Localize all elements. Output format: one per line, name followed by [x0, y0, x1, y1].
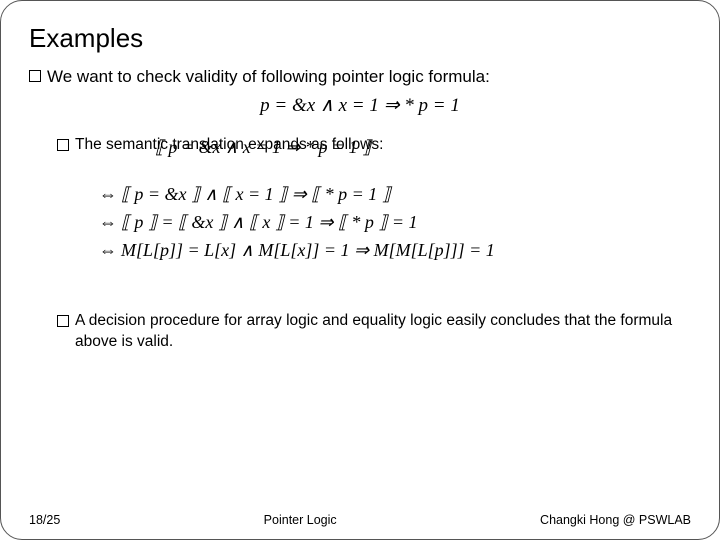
page-number: 18/25 [29, 513, 60, 527]
iff-icon: ⇔ [95, 237, 121, 265]
bullet3-text: A decision procedure for array logic and… [75, 311, 691, 353]
bullet-level2-1-wrap: The semantic translation expands as foll… [57, 135, 691, 156]
bullet-level2-1: The semantic translation expands as foll… [57, 135, 691, 156]
footer-author: Changki Hong @ PSWLAB [540, 513, 691, 527]
slide-body: We want to check validity of following p… [29, 60, 691, 505]
deriv-line2: ⟦ p = &x ⟧ ∧ ⟦ x = 1 ⟧ ⇒ ⟦ * p = 1 ⟧ [121, 184, 391, 204]
deriv-row-4: ⇔M[L[p]] = L[x] ∧ M[L[x]] = 1 ⇒ M[M[L[p]… [95, 237, 691, 265]
slide-footer: 18/25 Pointer Logic Changki Hong @ PSWLA… [29, 505, 691, 527]
bullet2-text: The semantic translation expands as foll… [75, 135, 383, 156]
deriv-row-2: ⇔⟦ p = &x ⟧ ∧ ⟦ x = 1 ⟧ ⇒ ⟦ * p = 1 ⟧ [95, 181, 691, 209]
square-bullet-icon [57, 139, 69, 151]
formula-main-text: p = &x ∧ x = 1 ⇒ * p = 1 [260, 95, 460, 116]
main-formula: p = &x ∧ x = 1 ⇒ * p = 1 [29, 93, 691, 119]
slide-title: Examples [29, 23, 691, 54]
square-bullet-icon [29, 70, 41, 82]
footer-title: Pointer Logic [60, 513, 540, 527]
derivation-block: x ⇔⟦ p = &x ⟧ ∧ ⟦ x = 1 ⟧ ⇒ ⟦ * p = 1 ⟧ … [95, 154, 691, 266]
slide-frame: Examples We want to check validity of fo… [0, 0, 720, 540]
square-bullet-icon [57, 315, 69, 327]
deriv-line3: ⟦ p ⟧ = ⟦ &x ⟧ ∧ ⟦ x ⟧ = 1 ⇒ ⟦ * p ⟧ = 1 [121, 212, 417, 232]
iff-icon: ⇔ [95, 181, 121, 209]
deriv-line4: M[L[p]] = L[x] ∧ M[L[x]] = 1 ⇒ M[M[L[p]]… [121, 240, 495, 260]
bullet-level1-1: We want to check validity of following p… [29, 66, 691, 89]
bullet1-text: We want to check validity of following p… [47, 66, 490, 89]
iff-icon: ⇔ [95, 209, 121, 237]
deriv-row-3: ⇔⟦ p ⟧ = ⟦ &x ⟧ ∧ ⟦ x ⟧ = 1 ⇒ ⟦ * p ⟧ = … [95, 209, 691, 237]
bullet-level2-2: A decision procedure for array logic and… [57, 311, 691, 353]
